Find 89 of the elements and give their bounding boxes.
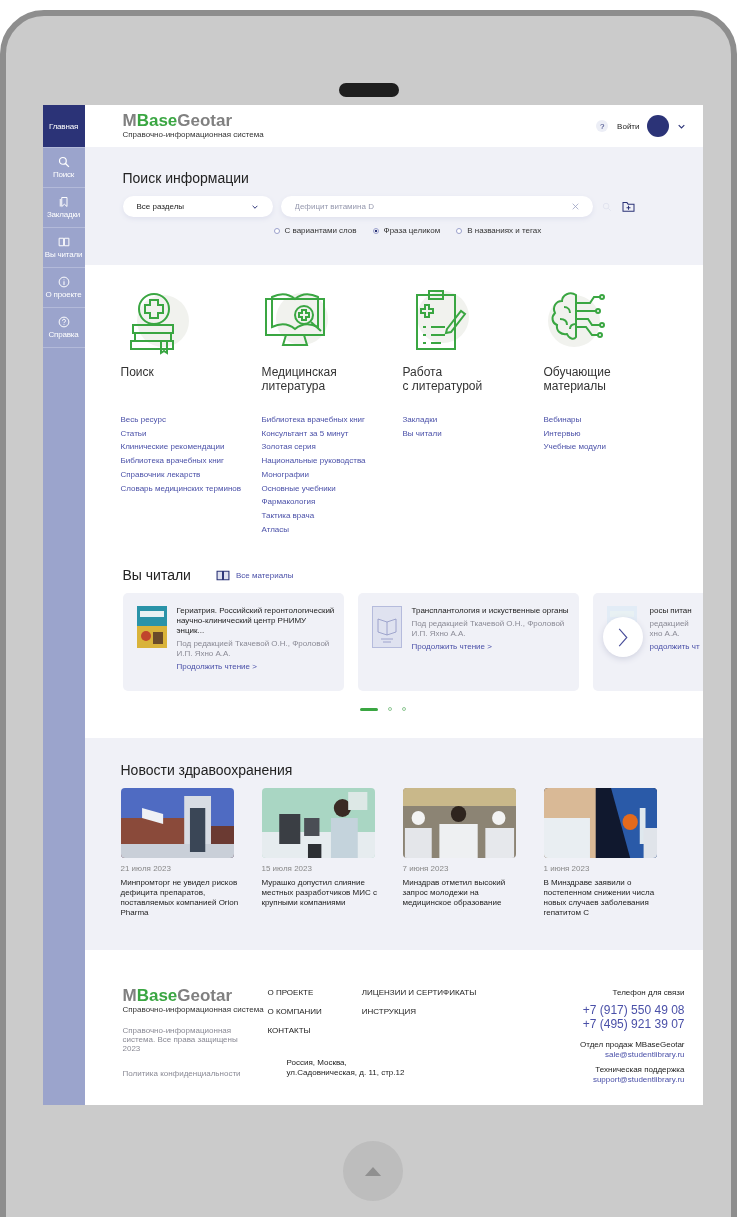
- category-link[interactable]: Атласы: [261, 522, 289, 537]
- book-title: росы питан: [649, 606, 692, 616]
- chevron-right-icon: [617, 627, 628, 647]
- category-link[interactable]: Вебинары: [543, 413, 582, 427]
- triangle-up-icon: [363, 1165, 382, 1177]
- book-authors: Под редакцией Ткачевой О.Н., Фроловой И.П. Яхно А.А.: [176, 639, 331, 659]
- continue-reading-link[interactable]: Продолжить чтение >: [176, 662, 257, 671]
- info-icon: [57, 276, 70, 288]
- search-mode-radio[interactable]: В названиях и тегах: [456, 226, 542, 235]
- category-title: Работа с литературой: [402, 365, 484, 395]
- phone-number[interactable]: +7 (495) 921 39 07: [582, 1017, 685, 1031]
- chevron-down-icon: [251, 204, 258, 209]
- category-link[interactable]: Библиотека врачебных книг: [120, 454, 224, 468]
- category-title: Медицинская литература: [261, 365, 338, 395]
- news-title[interactable]: Минздрав отметил высокий запрос молодежи на медицинское образование: [402, 878, 523, 908]
- book-card[interactable]: Гериатрия. Российский геронтологический научно-клинический центр РНИМУ энцик... Под редакцией Ткачевой О.Н., Фроловой И.П. Яхно А.А. Продолжить чтение >: [122, 593, 344, 691]
- category-title: Поиск: [120, 365, 155, 381]
- category-link[interactable]: Вы читали: [402, 426, 442, 441]
- category-link[interactable]: Монографии: [261, 467, 309, 482]
- category-link[interactable]: Золотая серия: [261, 440, 316, 455]
- email-link[interactable]: support@studentlibrary.ru: [592, 1075, 685, 1084]
- login-link[interactable]: Войти: [617, 121, 640, 131]
- category-title: Обучающие материалы: [543, 365, 612, 395]
- book-placeholder-icon: [371, 606, 402, 648]
- logo-tagline: Справочно-информационная система: [122, 1005, 264, 1014]
- news-date: 15 июля 2023: [261, 864, 312, 873]
- category-link[interactable]: Закладки: [402, 413, 438, 427]
- news-date: 7 июня 2023: [402, 864, 449, 873]
- category-link[interactable]: Национальные руководства: [261, 454, 366, 468]
- category-link[interactable]: Библиотека врачебных книг: [261, 413, 365, 427]
- section-title: Новости здравоохранения: [120, 762, 294, 778]
- all-materials-link[interactable]: Все материалы: [235, 570, 294, 580]
- news-date: 1 июня 2023: [543, 864, 590, 873]
- footer-link[interactable]: КОНТАКТЫ: [267, 1026, 311, 1035]
- category-link[interactable]: Клинические рекомендации: [120, 440, 225, 455]
- book-title: Гериатрия. Российский геронтологический научно-клинический центр РНИМУ энцик...: [176, 606, 336, 636]
- help-button[interactable]: ?: [596, 120, 609, 132]
- category-link[interactable]: Справочник лекарств: [120, 467, 201, 482]
- search-mode-radio[interactable]: С вариантами слов: [273, 226, 357, 235]
- continue-reading-link[interactable]: родолжить чт: [649, 642, 700, 651]
- copyright-text: Справочно-информационная система. Все права защищены 2023: [122, 1026, 239, 1053]
- category-link[interactable]: Учебные модули: [543, 440, 606, 455]
- section-title: Поиск информации: [122, 170, 250, 186]
- logo-wordmark[interactable]: MBaseGeotar: [122, 988, 233, 1004]
- contact-label: Техническая поддержка: [595, 1065, 685, 1074]
- category-link[interactable]: Интервью: [543, 426, 581, 441]
- book-title: Трансплантология и искуственные органы: [411, 606, 569, 616]
- help-icon: [57, 316, 70, 328]
- news-date: 21 июля 2023: [120, 864, 171, 873]
- category-link[interactable]: Тактика врача: [261, 508, 315, 523]
- phone-label: Телефон для связи: [612, 988, 685, 997]
- section-select[interactable]: Все разделы: [122, 196, 273, 217]
- footer-link[interactable]: ИНСТРУКЦИЯ: [361, 1007, 417, 1016]
- footer-link[interactable]: ЛИЦЕНЗИИ И СЕРТИФИКАТЫ: [361, 988, 477, 997]
- logo-tagline: Справочно-информационная система: [122, 130, 264, 139]
- search-mode-radio[interactable]: Фраза целиком: [372, 226, 441, 235]
- camera-slot: [338, 83, 399, 97]
- book-authors: Под редакцией Ткачевой О.Н., Фроловой И.П. Яхно А.А.: [411, 619, 566, 639]
- category-link[interactable]: Консультант за 5 минут: [261, 426, 349, 441]
- book-card[interactable]: Трансплантология и искуственные органы Под редакцией Ткачевой О.Н., Фроловой И.П. Яхно А.А. Продолжить чтение >: [357, 593, 579, 691]
- phone-number[interactable]: +7 (917) 550 49 08: [582, 1003, 685, 1017]
- chevron-down-icon[interactable]: [677, 123, 685, 129]
- clear-icon[interactable]: [571, 203, 579, 210]
- address-text: Россия, Москва, ул.Садовническая, д. 11, стр.12: [286, 1058, 406, 1078]
- folder-add-icon[interactable]: [621, 201, 635, 212]
- sidebar-item[interactable]: Главная: [42, 105, 85, 148]
- category-link[interactable]: Словарь медицинских терминов: [120, 481, 242, 496]
- search-field[interactable]: Дефицит витамина D: [280, 196, 593, 217]
- news-title[interactable]: В Минздраве заявили о постепенном снижении числа новых случаев заболевания гепатитом С: [543, 878, 664, 918]
- continue-reading-link[interactable]: Продолжить чтение >: [411, 642, 492, 651]
- book-icon[interactable]: [215, 569, 230, 581]
- category-link[interactable]: Статьи: [120, 426, 147, 441]
- contact-label: Отдел продаж MBaseGeotar: [580, 1040, 685, 1049]
- category-link[interactable]: Фармакология: [261, 495, 316, 509]
- footer-link[interactable]: О КОМПАНИИ: [267, 1007, 322, 1016]
- category-link[interactable]: Весь ресурс: [120, 413, 166, 427]
- bookmark-icon: [57, 196, 70, 208]
- footer-link[interactable]: О ПРОЕКТЕ: [267, 988, 314, 997]
- email-link[interactable]: sale@studentlibrary.ru: [604, 1050, 685, 1059]
- search-icon: [57, 156, 70, 168]
- news-title[interactable]: Минпромторг не увидел рисков дефицита препаратов, поставляемых компанией Orion Pharma: [120, 878, 241, 918]
- section-title: Вы читали: [122, 567, 191, 583]
- category-link[interactable]: Основные учебники: [261, 481, 336, 496]
- privacy-link[interactable]: Политика конфиденциальности: [122, 1069, 241, 1078]
- book-icon: [57, 236, 70, 248]
- news-title[interactable]: Мурашко допустил слияние местных разработчиков МИС с крупными компаниями: [261, 878, 382, 908]
- avatar[interactable]: [646, 115, 669, 137]
- book-authors: редакцией хно А.А.: [649, 619, 689, 639]
- logo-wordmark[interactable]: MBaseGeotar: [122, 113, 264, 129]
